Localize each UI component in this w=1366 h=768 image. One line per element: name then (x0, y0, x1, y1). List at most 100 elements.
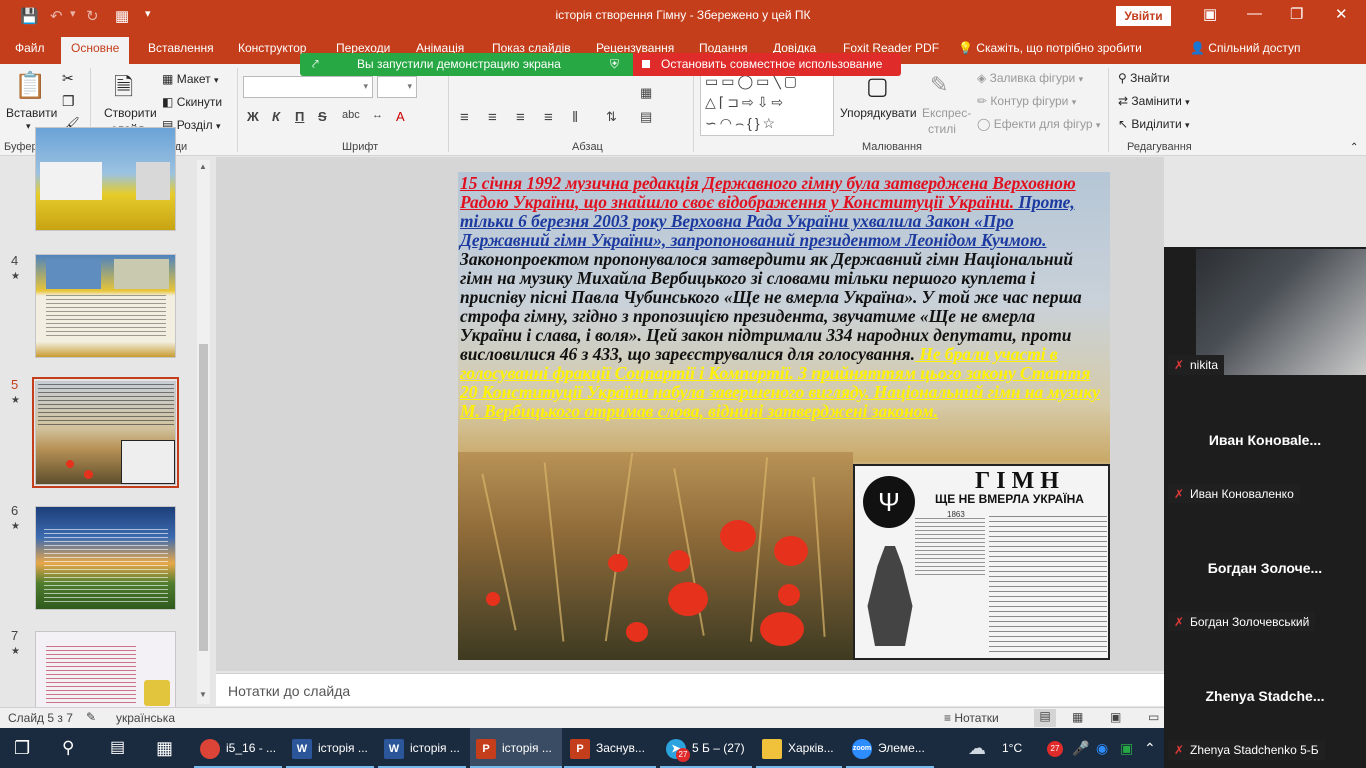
zoom-icon: zoom (852, 738, 872, 759)
shadow-icon[interactable]: abc (342, 109, 360, 121)
camera-icon[interactable]: ◉ (1096, 728, 1108, 768)
share-button[interactable]: 👤 Спільний доступ (1190, 41, 1301, 55)
maximize-icon[interactable]: ❐ (1290, 5, 1303, 23)
thumbnail-scrollbar[interactable]: ▲ ▼ (197, 160, 210, 704)
thumbnail-slide-5[interactable] (35, 381, 176, 485)
align-left-icon[interactable]: ≡ (460, 109, 469, 126)
smartart-icon[interactable]: ▦ (640, 85, 652, 101)
reset-button[interactable]: ◧ Скинути (162, 95, 222, 109)
notification-badge[interactable]: 27 (1047, 741, 1063, 757)
align-right-icon[interactable]: ≡ (516, 109, 525, 126)
tab-file[interactable]: Файл (15, 41, 45, 55)
bold-button[interactable]: Ж (247, 109, 259, 124)
shape-fill-button[interactable]: ◈ Заливка фігури ▾ (977, 71, 1083, 85)
cloud-icon[interactable]: ☁ (968, 728, 986, 768)
taskbar-item-powerpoint-2[interactable]: P Заснув... (564, 728, 656, 768)
arrange-button[interactable]: Упорядкувати (840, 106, 917, 120)
scroll-up-icon[interactable]: ▲ (199, 162, 207, 171)
notes-pane[interactable]: Нотатки до слайда (216, 673, 1164, 706)
taskbar-item-explorer[interactable]: Харків... (756, 728, 842, 768)
underline-button[interactable]: П (295, 109, 304, 124)
taskbar-item-zoom[interactable]: zoom Элеме... (846, 728, 934, 768)
paint-bucket-icon: ◈ (977, 71, 987, 85)
hidden-icons-icon[interactable]: ⌃ (1144, 728, 1156, 768)
slide-text-box[interactable]: 15 січня 1992 музична редакція Державног… (460, 174, 1100, 421)
cut-icon[interactable]: ✂ (62, 70, 74, 87)
taskbar-item-telegram[interactable]: ➤ 5 Б – (27) (660, 728, 752, 768)
normal-view-icon[interactable]: ▤ (1034, 709, 1056, 727)
thumbnail-slide-6[interactable] (35, 506, 176, 610)
quick-styles-button[interactable]: Експрес- (922, 106, 971, 120)
microphone-icon[interactable]: 🎤 (1072, 728, 1089, 768)
signin-button[interactable]: Увійти (1116, 6, 1171, 26)
ribbon-display-icon[interactable]: ▣ (1203, 5, 1217, 23)
arrange-icon[interactable]: ▢ (866, 72, 889, 101)
tab-home[interactable]: Основне (61, 37, 130, 64)
chevron-down-icon: ▾ (215, 121, 221, 131)
stop-share-button[interactable]: Остановить совместное использование (633, 53, 901, 76)
text-direction-icon[interactable]: ⇅ (606, 109, 617, 125)
columns-icon[interactable]: ‖ (572, 109, 578, 126)
italic-button[interactable]: К (272, 109, 280, 124)
task-view-icon[interactable]: ▤ (110, 728, 125, 768)
align-center-icon[interactable]: ≡ (488, 109, 497, 126)
justify-icon[interactable]: ≡ (544, 109, 553, 126)
notes-toggle-button[interactable]: ≡ Нотатки (944, 711, 999, 725)
current-slide[interactable]: ГІМН ЩЕ НЕ ВМЕРЛА УКРАЇНА Ψ 1863 15 січн… (458, 172, 1110, 660)
spellcheck-icon[interactable]: ✎ (86, 710, 96, 724)
paste-icon[interactable]: 📋 (14, 70, 46, 101)
tab-insert[interactable]: Вставлення (148, 41, 214, 55)
taskbar-item-word-1[interactable]: Wісторія ... (286, 728, 374, 768)
participant-tile-zhenya[interactable]: Zhenya Stadche... ✗ Zhenya Stadchenko 5-Б (1164, 631, 1366, 768)
participant-tile-bogdan[interactable]: Богдан Золоче... ✗ Богдан Золочевський (1164, 503, 1366, 632)
replace-button[interactable]: ⇄ Замінити ▾ (1118, 94, 1190, 108)
layout-button[interactable]: ▦ Макет ▾ (162, 72, 219, 86)
collapse-ribbon-icon[interactable]: ⌃ (1350, 142, 1358, 153)
thumbnail-slide-4[interactable] (35, 254, 176, 358)
paste-button[interactable]: Вставити (6, 106, 57, 120)
paste-dropdown-icon[interactable]: ▾ (26, 121, 31, 132)
scrollbar-thumb[interactable] (199, 344, 208, 651)
minimize-icon[interactable]: — (1247, 5, 1262, 22)
participant-tile-ivan[interactable]: Иван Коноваle... ✗ Иван Коноваленко (1164, 375, 1366, 504)
new-slide-icon[interactable]: 🗎 (114, 70, 133, 111)
search-icon[interactable]: ⚲ (62, 728, 74, 768)
taskbar-item-label: історія ... (502, 741, 552, 755)
font-size-select[interactable]: ▾ (377, 76, 417, 98)
participant-tile-nikita[interactable]: ✗ nikita (1164, 247, 1366, 375)
calculator-icon[interactable]: ▦ (156, 728, 173, 768)
taskbar-item-word-2[interactable]: Wісторія ... (378, 728, 466, 768)
taskbar-item-powerpoint-1[interactable]: Pісторія ... (470, 728, 562, 768)
reading-view-icon[interactable]: ▣ (1110, 710, 1121, 724)
taskbar-item-chrome[interactable]: i5_16 - ... (194, 728, 282, 768)
tab-design[interactable]: Конструктор (238, 41, 306, 55)
font-color-icon[interactable]: A (396, 109, 405, 124)
char-spacing-icon[interactable]: ↔ (372, 109, 383, 121)
taskbar-item-label: історія ... (410, 741, 460, 755)
new-slide-button[interactable]: Створити (104, 106, 157, 120)
close-icon[interactable]: ✕ (1335, 5, 1348, 23)
quick-styles-icon[interactable]: ✎ (930, 72, 948, 98)
tell-me-search[interactable]: 💡 Скажіть, що потрібно зробити (958, 41, 1142, 55)
shape-outline-button[interactable]: ✏ Контур фігури ▾ (977, 94, 1076, 108)
slide-sorter-icon[interactable]: ▦ (1072, 710, 1083, 724)
transition-star-icon: ★ (11, 521, 20, 532)
pin-icon[interactable]: ⤤ (312, 53, 319, 76)
share-screen-icon[interactable]: ▣ (1120, 728, 1133, 768)
divider (237, 68, 238, 152)
font-family-select[interactable]: ▾ (243, 76, 373, 98)
shape-effects-button[interactable]: ◯ Ефекти для фігур ▾ (977, 117, 1100, 131)
text-block (44, 529, 168, 603)
thumbnail-slide-3[interactable] (35, 127, 176, 231)
align-text-icon[interactable]: ▤ (640, 109, 652, 125)
temperature[interactable]: 1°C (1002, 728, 1022, 768)
windows-start-icon[interactable]: ❐ (14, 728, 30, 768)
shapes-gallery[interactable]: ▭▭◯▭╲▢ △⌈⊐⇨⇩⇨ ∽◠⌢{}☆ (700, 70, 834, 136)
strikethrough-button[interactable]: S (318, 109, 327, 124)
scroll-down-icon[interactable]: ▼ (199, 690, 207, 699)
find-button[interactable]: ⚲ Знайти (1118, 71, 1170, 85)
copy-icon[interactable]: ❐ (62, 93, 75, 110)
slideshow-view-icon[interactable]: ▭ (1148, 710, 1159, 724)
language-indicator[interactable]: українська (116, 711, 175, 725)
select-button[interactable]: ↖ Виділити ▾ (1118, 117, 1190, 131)
